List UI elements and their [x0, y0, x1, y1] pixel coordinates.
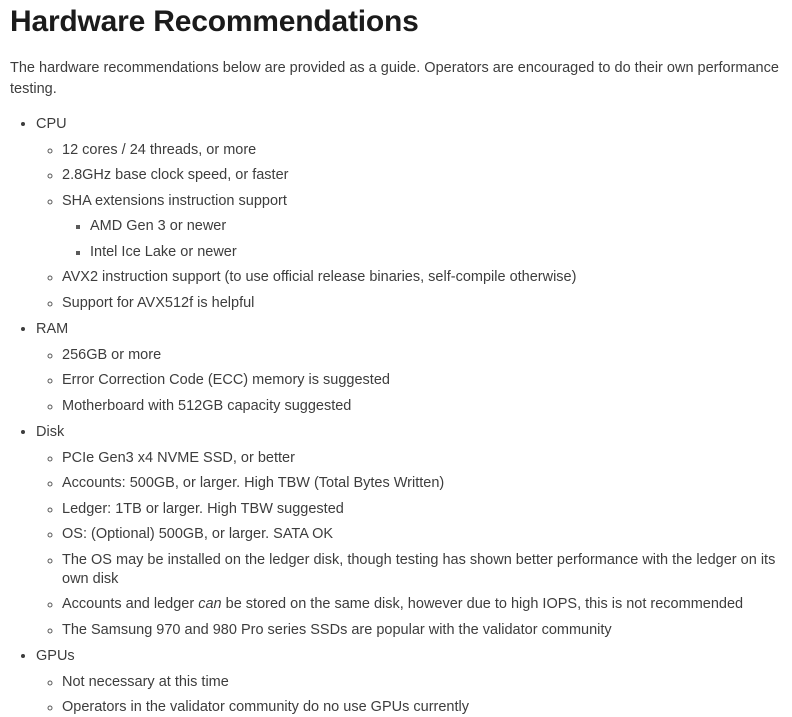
nested-sublist: AMD Gen 3 or newer Intel Ice Lake or newe… — [62, 217, 782, 262]
section-label: RAM — [36, 321, 68, 337]
list-item-label: PCIe Gen3 x4 NVME SSD, or better — [62, 450, 295, 466]
list-item: The Samsung 970 and 980 Pro series SSDs … — [62, 621, 782, 640]
list-item-label: AVX2 instruction support (to use officia… — [62, 269, 576, 285]
list-item: Not necessary at this time — [62, 673, 782, 692]
nested-list-item-label: Intel Ice Lake or newer — [90, 244, 237, 260]
list-item-label: 12 cores / 24 threads, or more — [62, 142, 256, 158]
documentation-page: Hardware Recommendations The hardware re… — [0, 0, 792, 717]
list-item: Ledger: 1TB or larger. High TBW suggeste… — [62, 500, 782, 519]
list-item: Accounts and ledger can be stored on the… — [62, 595, 782, 614]
list-item-label: OS: (Optional) 500GB, or larger. SATA OK — [62, 526, 333, 542]
hardware-recommendations-list: CPU 12 cores / 24 threads, or more 2.8GHz … — [10, 114, 782, 717]
list-item: Support for AVX512f is helpful — [62, 294, 782, 313]
nested-list-item-label: AMD Gen 3 or newer — [90, 218, 226, 234]
list-item-label: The Samsung 970 and 980 Pro series SSDs … — [62, 622, 612, 638]
list-item: AVX2 instruction support (to use officia… — [62, 268, 782, 287]
section-item-gpus: GPUs Not necessary at this time Operators … — [36, 646, 782, 717]
list-item-label: 256GB or more — [62, 347, 161, 363]
section-label: GPUs — [36, 648, 75, 664]
section-sublist-ram: 256GB or more Error Correction Code (ECC)… — [36, 346, 782, 416]
section-item-disk: Disk PCIe Gen3 x4 NVME SSD, or better Acco… — [36, 422, 782, 640]
list-item: SHA extensions instruction support AMD Ge… — [62, 192, 782, 262]
list-item: 256GB or more — [62, 346, 782, 365]
intro-paragraph: The hardware recommendations below are p… — [10, 58, 782, 100]
list-item-label: Motherboard with 512GB capacity suggeste… — [62, 398, 351, 414]
list-item: The OS may be installed on the ledger di… — [62, 551, 782, 589]
section-sublist-gpus: Not necessary at this time Operators in t… — [36, 673, 782, 717]
list-item-label: SHA extensions instruction support — [62, 193, 287, 209]
section-item-ram: RAM 256GB or more Error Correction Code (E… — [36, 319, 782, 416]
list-item-text-after: be stored on the same disk, however due … — [222, 596, 743, 612]
nested-list-item: AMD Gen 3 or newer — [90, 217, 782, 236]
list-item-label: 2.8GHz base clock speed, or faster — [62, 167, 288, 183]
section-sublist-cpu: 12 cores / 24 threads, or more 2.8GHz bas… — [36, 141, 782, 313]
list-item-label: Operators in the validator community do … — [62, 699, 469, 715]
section-label: Disk — [36, 424, 64, 440]
nested-list-item: Intel Ice Lake or newer — [90, 243, 782, 262]
list-item: 2.8GHz base clock speed, or faster — [62, 166, 782, 185]
section-item-cpu: CPU 12 cores / 24 threads, or more 2.8GHz … — [36, 114, 782, 313]
section-sublist-disk: PCIe Gen3 x4 NVME SSD, or better Accounts… — [36, 449, 782, 640]
list-item-label: Error Correction Code (ECC) memory is su… — [62, 372, 390, 388]
list-item: Operators in the validator community do … — [62, 698, 782, 717]
list-item-text-before: Accounts and ledger — [62, 596, 198, 612]
list-item-label: The OS may be installed on the ledger di… — [62, 552, 775, 587]
list-item: Accounts: 500GB, or larger. High TBW (To… — [62, 474, 782, 493]
list-item-label: Ledger: 1TB or larger. High TBW suggeste… — [62, 501, 344, 517]
list-item-label: Accounts: 500GB, or larger. High TBW (To… — [62, 475, 444, 491]
list-item: PCIe Gen3 x4 NVME SSD, or better — [62, 449, 782, 468]
page-title: Hardware Recommendations — [10, 0, 782, 40]
list-item: 12 cores / 24 threads, or more — [62, 141, 782, 160]
list-item-label: Not necessary at this time — [62, 674, 229, 690]
emphasized-text: can — [198, 596, 221, 612]
list-item: Error Correction Code (ECC) memory is su… — [62, 371, 782, 390]
list-item: Motherboard with 512GB capacity suggeste… — [62, 397, 782, 416]
section-label: CPU — [36, 116, 67, 132]
list-item-label: Accounts and ledger can be stored on the… — [62, 596, 743, 612]
list-item-label: Support for AVX512f is helpful — [62, 295, 254, 311]
list-item: OS: (Optional) 500GB, or larger. SATA OK — [62, 525, 782, 544]
